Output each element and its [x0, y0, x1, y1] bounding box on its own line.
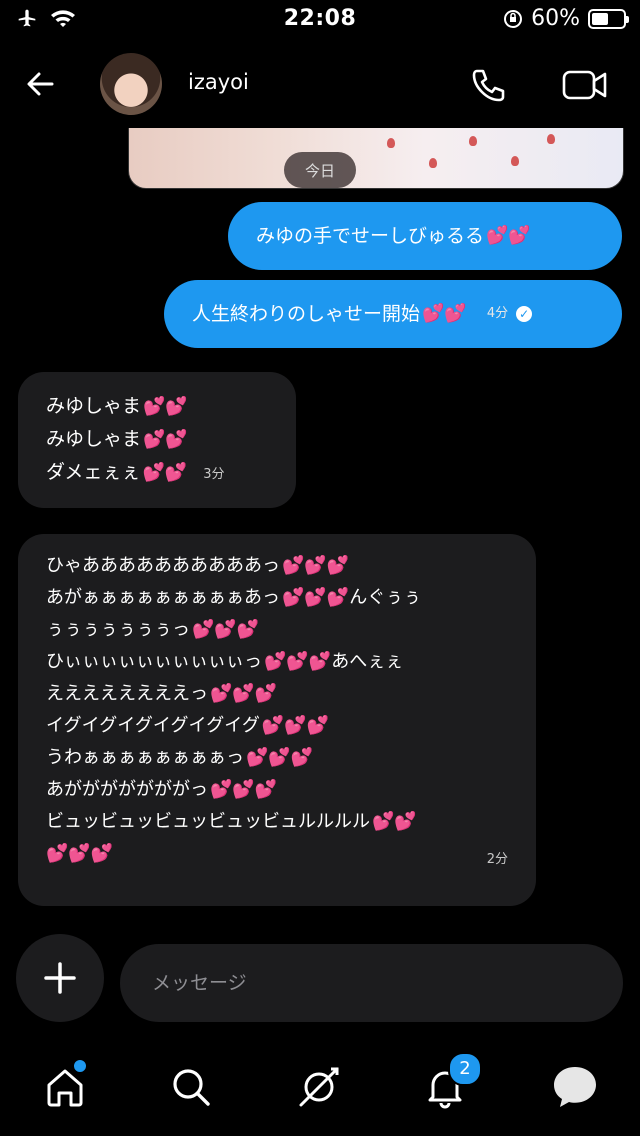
- incoming-message[interactable]: ひゃああああああああああっ 💕💕💕 あがぁぁぁぁぁぁぁぁぁあっ 💕💕💕んぐぅぅ ぅぅ…: [18, 534, 536, 906]
- chat-header: izayoi: [0, 48, 640, 120]
- hearts-emoji: 💕💕: [486, 225, 531, 246]
- chat-username[interactable]: izayoi: [188, 70, 249, 94]
- hearts-emoji: 💕💕: [143, 396, 188, 417]
- message-input[interactable]: [120, 944, 623, 1022]
- bottom-tab-bar: 2: [0, 1040, 640, 1136]
- battery-percent: 60%: [531, 6, 580, 31]
- incoming-message[interactable]: みゆしゃま 💕💕 みゆしゃま 💕💕 ダメェぇぇ 💕💕 3分: [18, 372, 296, 508]
- message-time: 3分: [203, 467, 225, 482]
- hearts-emoji: 💕💕: [422, 303, 467, 324]
- message-line: ぅぅぅぅぅぅぅっ 💕💕💕: [46, 619, 260, 640]
- battery-icon: [588, 8, 629, 29]
- message-line: ビュッビュッビュッビュッビュルルルル 💕💕: [46, 811, 417, 832]
- shared-photo[interactable]: [128, 128, 624, 189]
- message-text: みゆの手でせーしびゅるる: [256, 225, 485, 247]
- home-notification-dot: [72, 1058, 88, 1074]
- outgoing-message[interactable]: みゆの手でせーしびゅるる 💕💕: [228, 202, 622, 270]
- chat-bubble-icon: [554, 1067, 596, 1107]
- tab-search[interactable]: [166, 1062, 216, 1112]
- message-line: ダメェぇぇ 💕💕 3分: [46, 461, 225, 483]
- message-line: あがががががががっ 💕💕💕: [46, 779, 278, 800]
- hearts-emoji: 💕💕💕: [246, 747, 314, 768]
- outgoing-message[interactable]: 人生終わりのしゃせー開始 💕💕 4分 ✓: [164, 280, 622, 348]
- message-line: イグイグイグイグイグイグ 💕💕💕: [46, 715, 330, 736]
- phone-icon[interactable]: [468, 66, 508, 106]
- plus-icon: [44, 962, 76, 994]
- hearts-emoji: 💕💕💕: [46, 843, 114, 864]
- hearts-emoji: 💕💕💕: [192, 619, 260, 640]
- orientation-lock-icon: [504, 9, 523, 28]
- message-line: あがぁぁぁぁぁぁぁぁぁあっ 💕💕💕んぐぅぅ: [46, 587, 422, 608]
- hearts-emoji: 💕💕💕: [282, 555, 350, 576]
- notification-badge: 2: [448, 1052, 482, 1086]
- hearts-emoji: 💕💕💕: [264, 651, 332, 672]
- tab-messages[interactable]: [550, 1062, 600, 1112]
- message-line: ひぃぃぃぃぃぃぃぃぃぃっ 💕💕💕あへぇぇ: [46, 651, 404, 672]
- status-right: 60%: [503, 6, 629, 31]
- hearts-emoji: 💕💕: [142, 462, 188, 483]
- hearts-emoji: 💕💕💕: [261, 715, 330, 736]
- tab-home[interactable]: [40, 1058, 90, 1112]
- message-line: うわぁぁぁぁぁぁぁぁっ 💕💕💕: [46, 747, 314, 768]
- hearts-emoji: 💕💕💕: [210, 683, 278, 704]
- read-check-icon: ✓: [516, 306, 533, 322]
- message-time: 4分: [486, 306, 509, 321]
- spaces-icon: [299, 1067, 339, 1107]
- message-text: 人生終わりのしゃせー開始: [192, 303, 421, 325]
- message-line: ええええええええっ 💕💕💕: [46, 683, 278, 704]
- hearts-emoji: 💕💕: [143, 429, 188, 450]
- tab-spaces[interactable]: [294, 1062, 344, 1112]
- hearts-emoji: 💕💕💕: [210, 779, 278, 800]
- search-icon: [173, 1069, 210, 1106]
- back-arrow-icon[interactable]: [22, 66, 58, 102]
- hearts-emoji: 💕💕: [372, 811, 417, 832]
- message-line: みゆしゃま 💕💕: [46, 428, 188, 450]
- avatar[interactable]: [100, 53, 162, 115]
- message-line: 💕💕💕 2分: [46, 838, 508, 876]
- status-bar: 22:08 60%: [0, 0, 640, 40]
- message-time: 2分: [486, 852, 508, 867]
- message-line: みゆしゃま 💕💕: [46, 395, 188, 417]
- date-separator: 今日: [284, 152, 356, 188]
- video-call-icon[interactable]: [562, 68, 608, 102]
- hearts-emoji: 💕💕💕: [282, 587, 350, 608]
- add-attachment-button[interactable]: [16, 934, 104, 1022]
- message-line: ひゃああああああああああっ 💕💕💕: [46, 555, 350, 576]
- tab-notifications[interactable]: 2: [420, 1052, 482, 1112]
